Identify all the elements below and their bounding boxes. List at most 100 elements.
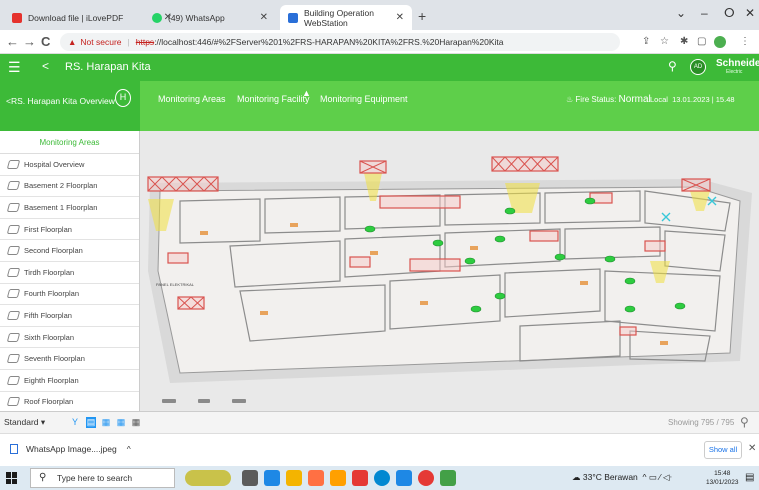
profile-icon[interactable] [714, 36, 726, 48]
app-icon[interactable] [330, 470, 346, 486]
close-tab-icon[interactable]: ✕ [396, 12, 404, 23]
close-window-button[interactable]: ✕ [745, 6, 755, 20]
download-caret-icon[interactable]: ^ [127, 444, 131, 454]
tab-title: (49) WhatsApp [168, 12, 225, 23]
tab-monitoring-equipment[interactable]: Monitoring Equipment [320, 94, 408, 104]
forward-arrow-icon[interactable]: → [23, 34, 36, 49]
sidebar-item-first-floor[interactable]: First Floorplan [0, 219, 139, 241]
table-view-icon[interactable]: ▦ [101, 417, 111, 428]
reload-icon[interactable]: C [41, 34, 50, 49]
schneider-logo: Schneider [716, 58, 759, 69]
list-view-icon[interactable]: ▤ [86, 417, 96, 428]
grid-view-icon[interactable]: ▦ [116, 417, 126, 428]
app-icon[interactable] [440, 470, 456, 486]
sidebar-item-label: Sixth Floorplan [24, 332, 75, 342]
clock[interactable]: 15:48 13/01/2023 [706, 469, 739, 487]
menu-icon[interactable]: ⋮ [740, 36, 750, 47]
hamburger-menu-icon[interactable]: ☰ [8, 59, 21, 76]
task-view-icon[interactable] [242, 470, 258, 486]
tab-whatsapp[interactable]: (49) WhatsApp ✕ [144, 5, 276, 30]
star-icon[interactable]: ☆ [660, 36, 669, 47]
sidebar-item-basement-1[interactable]: Basement 1 Floorplan [0, 197, 139, 219]
app-icon[interactable] [352, 470, 368, 486]
webstation-favicon-icon [288, 12, 298, 23]
sidebar-item-hospital-overview[interactable]: Hospital Overview [0, 154, 139, 176]
url-bar[interactable]: ▲ Not secure | https ://localhost:446/#%… [60, 33, 620, 51]
filter-icon[interactable]: Y [70, 417, 80, 428]
extension-icon[interactable]: ✱ [680, 36, 688, 47]
sidebar-title: Monitoring Areas [0, 131, 139, 154]
view-select-value: Standard [4, 417, 39, 427]
sidebar-item-basement-2[interactable]: Basement 2 Floorplan [0, 176, 139, 198]
floorplan-3d-view[interactable]: PANEL ELEKTRIKAL [140, 131, 759, 411]
sidepanel-icon[interactable]: ▢ [697, 36, 706, 47]
sidebar-item-fourth-floor[interactable]: Fourth Floorplan [0, 284, 139, 306]
sidebar-item-eighth-floor[interactable]: Eighth Floorplan [0, 370, 139, 392]
fire-icon: ♨ [566, 95, 576, 104]
floor-switcher[interactable] [162, 399, 246, 403]
edge-icon[interactable] [374, 470, 390, 486]
show-all-button[interactable]: Show all [704, 441, 742, 459]
facility-alert-icon: ▲ [302, 88, 311, 98]
close-tab-icon[interactable]: ✕ [260, 12, 268, 23]
app-icon[interactable] [308, 470, 324, 486]
system-tray[interactable]: ☁ 33°C Berawan ^ ▭ ⁄ ◁ᐧ [572, 472, 672, 483]
windows-start-icon[interactable] [6, 472, 18, 484]
sidebar-item-label: Seventh Floorplan [24, 354, 85, 364]
search-icon: ⚲ [39, 472, 47, 483]
panel-electrical-label: PANEL ELEKTRIKAL [156, 282, 195, 287]
tab-monitoring-areas[interactable]: Monitoring Areas [158, 94, 226, 104]
floorplan-canvas[interactable]: PANEL ELEKTRIKAL [140, 131, 759, 411]
word-icon[interactable] [396, 470, 412, 486]
mail-app-icon[interactable] [264, 470, 280, 486]
tab-building-operation[interactable]: Building Operation WebStation ✕ [280, 5, 412, 30]
floor-icon [6, 375, 21, 385]
tiles-view-icon[interactable]: ▦ [131, 417, 141, 428]
sidebar-item-roof[interactable]: Roof Floorplan [0, 392, 139, 414]
view-toolbar: Standard ▾ Y ▤ ▦ ▦ ▦ Showing 795 / 795 ⚲ [0, 411, 759, 433]
weather-icon: ☁ [572, 472, 581, 482]
back-arrow-icon[interactable]: ← [6, 34, 19, 49]
local-datetime: 13.01.2023 | 15.48 [672, 95, 735, 104]
clock-date: 13/01/2023 [706, 479, 739, 486]
fire-status: ♨ Fire Status: Normal [566, 94, 651, 105]
tab-monitoring-facility[interactable]: Monitoring Facility [237, 94, 310, 104]
overview-label[interactable]: <RS. Harapan Kita Overview [6, 96, 115, 106]
news-widget-icon[interactable] [185, 470, 231, 486]
floor-icon [6, 397, 21, 407]
back-chevron-icon[interactable]: < [42, 59, 49, 73]
search-icon[interactable]: ⚲ [668, 59, 677, 73]
download-filename: WhatsApp Image....jpeg [26, 444, 117, 454]
sidebar-item-second-floor[interactable]: Second Floorplan [0, 240, 139, 262]
search-icon[interactable]: ⚲ [740, 415, 749, 429]
not-secure-label[interactable]: Not secure [80, 37, 121, 47]
file-explorer-icon[interactable] [286, 470, 302, 486]
share-icon[interactable]: ⇪ [642, 36, 650, 47]
building-icon [6, 159, 21, 169]
app-header: ☰ < RS. Harapan Kita ⚲ AD Schneider Elec… [0, 54, 759, 81]
view-select[interactable]: Standard ▾ [4, 417, 45, 428]
notification-icon[interactable]: ▤ [745, 472, 754, 483]
sidebar-item-seventh-floor[interactable]: Seventh Floorplan [0, 348, 139, 370]
tray-icons: ^ ▭ ⁄ ◁ᐧ [642, 472, 672, 482]
floor-icon [6, 181, 21, 191]
download-item[interactable]: WhatsApp Image....jpeg ^ [10, 444, 131, 454]
overview-panel[interactable]: <RS. Harapan Kita Overview H [0, 81, 140, 131]
sidebar-item-fifth-floor[interactable]: Fifth Floorplan [0, 305, 139, 327]
tab-search-icon[interactable]: ⌄ [676, 6, 686, 20]
weather-text: 33°C Berawan [582, 472, 638, 482]
tab-title: Building Operation WebStation [304, 7, 374, 28]
sidebar-item-third-floor[interactable]: Tirdh Floorplan [0, 262, 139, 284]
avatar[interactable]: AD [690, 59, 706, 75]
sidebar-item-label: Fourth Floorplan [24, 289, 80, 299]
new-tab-button[interactable]: + [418, 8, 426, 24]
sidebar-item-sixth-floor[interactable]: Sixth Floorplan [0, 327, 139, 349]
floor-icon [6, 289, 21, 299]
chrome-icon[interactable] [418, 470, 434, 486]
sidebar-item-label: Tirdh Floorplan [24, 267, 75, 277]
taskbar-search-input[interactable]: ⚲ Type here to search [30, 468, 175, 488]
fire-status-label: Fire Status: [575, 95, 617, 104]
restore-button[interactable]: ⵔ [724, 6, 735, 20]
close-downloads-icon[interactable]: ✕ [748, 443, 756, 454]
minimize-button[interactable]: – [701, 6, 708, 20]
